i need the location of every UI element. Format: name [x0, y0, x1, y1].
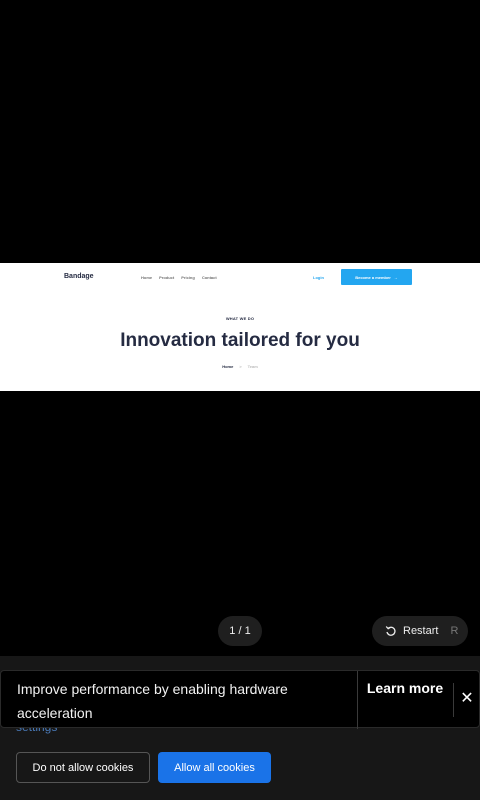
breadcrumb-home: Home: [222, 364, 234, 369]
menu-item-product: Product: [159, 275, 175, 280]
restart-icon: [385, 626, 396, 636]
restart-label: Restart: [403, 625, 439, 637]
notice-divider: [357, 671, 358, 729]
login-link: Login: [313, 275, 324, 280]
slide-navbar: Bandage Home Product Pricing Contact Log…: [0, 263, 480, 293]
presentation-viewer: Bandage Home Product Pricing Contact Log…: [0, 0, 480, 656]
section-eyebrow: WHAT WE DO: [225, 316, 255, 321]
restart-shortcut: R: [450, 625, 459, 637]
breadcrumb-current: Team: [247, 364, 258, 369]
hardware-acceleration-notice: Improve performance by enabling hardware…: [0, 670, 480, 729]
restart-button[interactable]: Restart R: [372, 616, 468, 646]
menu-item-contact: Contact: [201, 275, 217, 280]
menu-item-pricing: Pricing: [181, 275, 195, 280]
notice-divider: [453, 683, 454, 717]
brand-logo: Bandage: [64, 273, 94, 280]
notice-message: Improve performance by enabling hardware…: [17, 681, 288, 721]
slide-counter: 1 / 1: [218, 616, 262, 646]
hero-title: Innovation tailored for you: [120, 330, 360, 351]
breadcrumb: Home > Team: [0, 364, 480, 369]
deny-cookies-button[interactable]: Do not allow cookies: [16, 752, 150, 783]
close-icon[interactable]: ✕: [459, 691, 475, 707]
learn-more-button[interactable]: Learn more: [366, 676, 444, 700]
slide-menu: Home Product Pricing Contact: [141, 275, 217, 280]
menu-item-home: Home: [141, 275, 153, 280]
arrow-right-icon: →: [393, 274, 398, 280]
slide-preview: Bandage Home Product Pricing Contact Log…: [0, 263, 480, 391]
chevron-right-icon: >: [239, 364, 242, 369]
cta-label: Become a member: [355, 274, 391, 280]
allow-cookies-button[interactable]: Allow all cookies: [158, 752, 271, 783]
become-member-button: Become a member →: [341, 269, 412, 285]
